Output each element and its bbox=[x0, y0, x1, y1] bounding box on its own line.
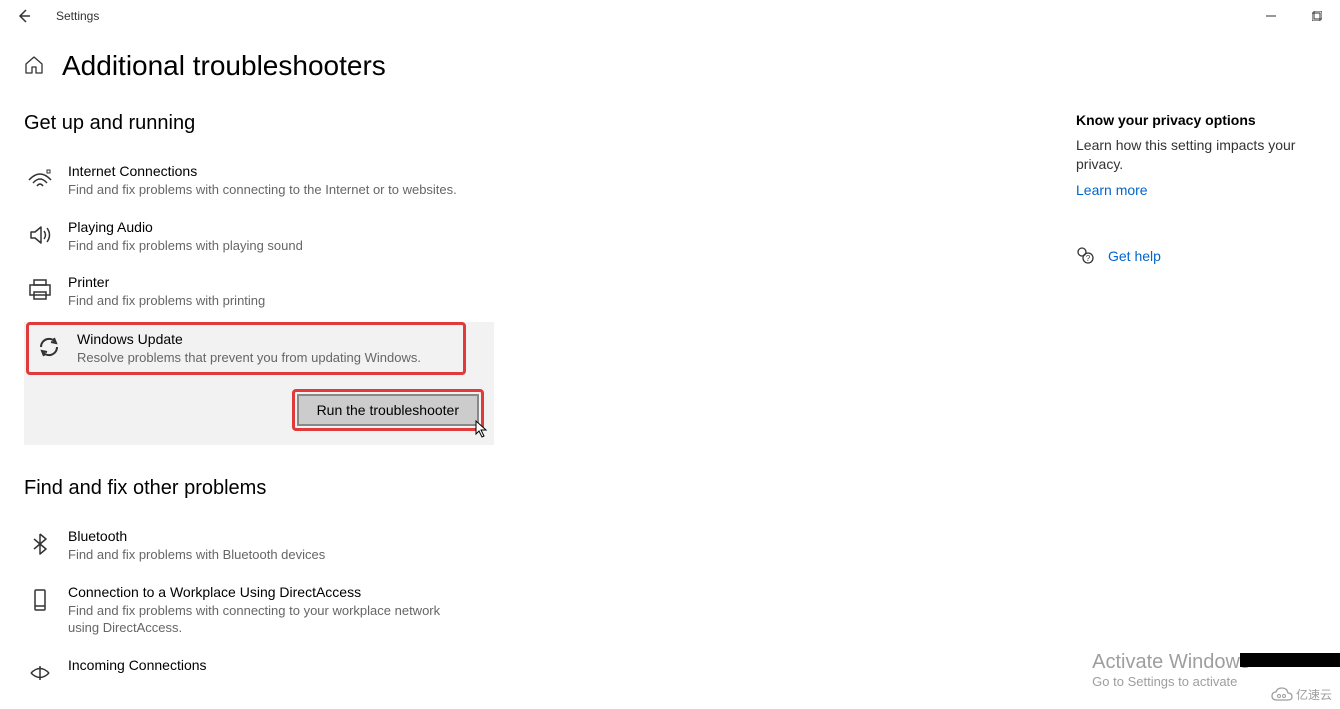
troubleshooter-printer[interactable]: Printer Find and fix problems with print… bbox=[24, 264, 474, 320]
troubleshooter-desc: Find and fix problems with printing bbox=[68, 292, 474, 310]
troubleshooter-internet-connections[interactable]: Internet Connections Find and fix proble… bbox=[24, 153, 474, 209]
main-content: Get up and running Internet Connections … bbox=[24, 94, 724, 689]
get-help-link[interactable]: Get help bbox=[1108, 248, 1161, 264]
help-icon: ? bbox=[1076, 246, 1094, 267]
svg-text:?: ? bbox=[1086, 254, 1091, 263]
troubleshooter-title: Printer bbox=[68, 274, 474, 290]
page-header: Additional troubleshooters bbox=[0, 32, 1340, 94]
update-icon bbox=[33, 331, 65, 363]
troubleshooter-bluetooth[interactable]: Bluetooth Find and fix problems with Blu… bbox=[24, 518, 474, 574]
troubleshooter-desc: Find and fix problems with connecting to… bbox=[68, 602, 474, 637]
learn-more-link[interactable]: Learn more bbox=[1076, 182, 1316, 198]
troubleshooter-title: Bluetooth bbox=[68, 528, 474, 544]
troubleshooter-desc: Find and fix problems with Bluetooth dev… bbox=[68, 546, 474, 564]
redaction-box bbox=[1240, 653, 1340, 667]
wifi-icon bbox=[24, 163, 56, 195]
privacy-text: Learn how this setting impacts your priv… bbox=[1076, 136, 1316, 174]
activation-sub: Go to Settings to activate bbox=[1092, 674, 1250, 689]
troubleshooter-windows-update[interactable]: Windows Update Resolve problems that pre… bbox=[26, 322, 466, 376]
troubleshooter-desc: Find and fix problems with connecting to… bbox=[68, 181, 474, 199]
troubleshooter-incoming-connections[interactable]: Incoming Connections bbox=[24, 647, 474, 689]
incoming-icon bbox=[24, 657, 56, 689]
minimize-icon bbox=[1266, 11, 1276, 21]
back-button[interactable] bbox=[8, 0, 40, 32]
troubleshooter-title: Incoming Connections bbox=[68, 657, 474, 673]
privacy-heading: Know your privacy options bbox=[1076, 112, 1316, 128]
titlebar: Settings bbox=[0, 0, 1340, 32]
maximize-icon bbox=[1312, 11, 1322, 21]
troubleshooter-title: Windows Update bbox=[77, 331, 459, 347]
get-help-row[interactable]: ? Get help bbox=[1076, 246, 1316, 267]
cursor-icon bbox=[475, 420, 489, 438]
activation-title: Activate Windows bbox=[1092, 651, 1250, 674]
troubleshooter-title: Internet Connections bbox=[68, 163, 474, 179]
troubleshooter-windows-update-selected: Windows Update Resolve problems that pre… bbox=[24, 322, 494, 446]
troubleshooter-title: Connection to a Workplace Using DirectAc… bbox=[68, 584, 474, 600]
printer-icon bbox=[24, 274, 56, 306]
cloud-icon bbox=[1271, 687, 1293, 703]
activation-watermark: Activate Windows Go to Settings to activ… bbox=[1092, 651, 1250, 689]
phone-icon bbox=[24, 584, 56, 616]
back-arrow-icon bbox=[16, 8, 32, 24]
run-troubleshooter-button[interactable]: Run the troubleshooter bbox=[297, 394, 479, 426]
page-title: Additional troubleshooters bbox=[62, 50, 386, 82]
minimize-button[interactable] bbox=[1248, 0, 1294, 32]
right-sidebar: Know your privacy options Learn how this… bbox=[1076, 94, 1316, 689]
section-heading-getup: Get up and running bbox=[24, 112, 724, 135]
troubleshooter-desc: Resolve problems that prevent you from u… bbox=[77, 349, 459, 367]
window-title: Settings bbox=[56, 9, 99, 23]
troubleshooter-playing-audio[interactable]: Playing Audio Find and fix problems with… bbox=[24, 209, 474, 265]
troubleshooter-desc: Find and fix problems with playing sound bbox=[68, 237, 474, 255]
home-icon[interactable] bbox=[24, 55, 44, 78]
run-troubleshooter-highlight: Run the troubleshooter bbox=[292, 389, 484, 431]
watermark-logo: 亿速云 bbox=[1271, 686, 1332, 703]
window-controls bbox=[1248, 0, 1340, 32]
bluetooth-icon bbox=[24, 528, 56, 560]
maximize-button[interactable] bbox=[1294, 0, 1340, 32]
section-heading-other: Find and fix other problems bbox=[24, 477, 724, 500]
audio-icon bbox=[24, 219, 56, 251]
troubleshooter-title: Playing Audio bbox=[68, 219, 474, 235]
troubleshooter-directaccess[interactable]: Connection to a Workplace Using DirectAc… bbox=[24, 574, 474, 647]
watermark-text: 亿速云 bbox=[1296, 686, 1332, 703]
